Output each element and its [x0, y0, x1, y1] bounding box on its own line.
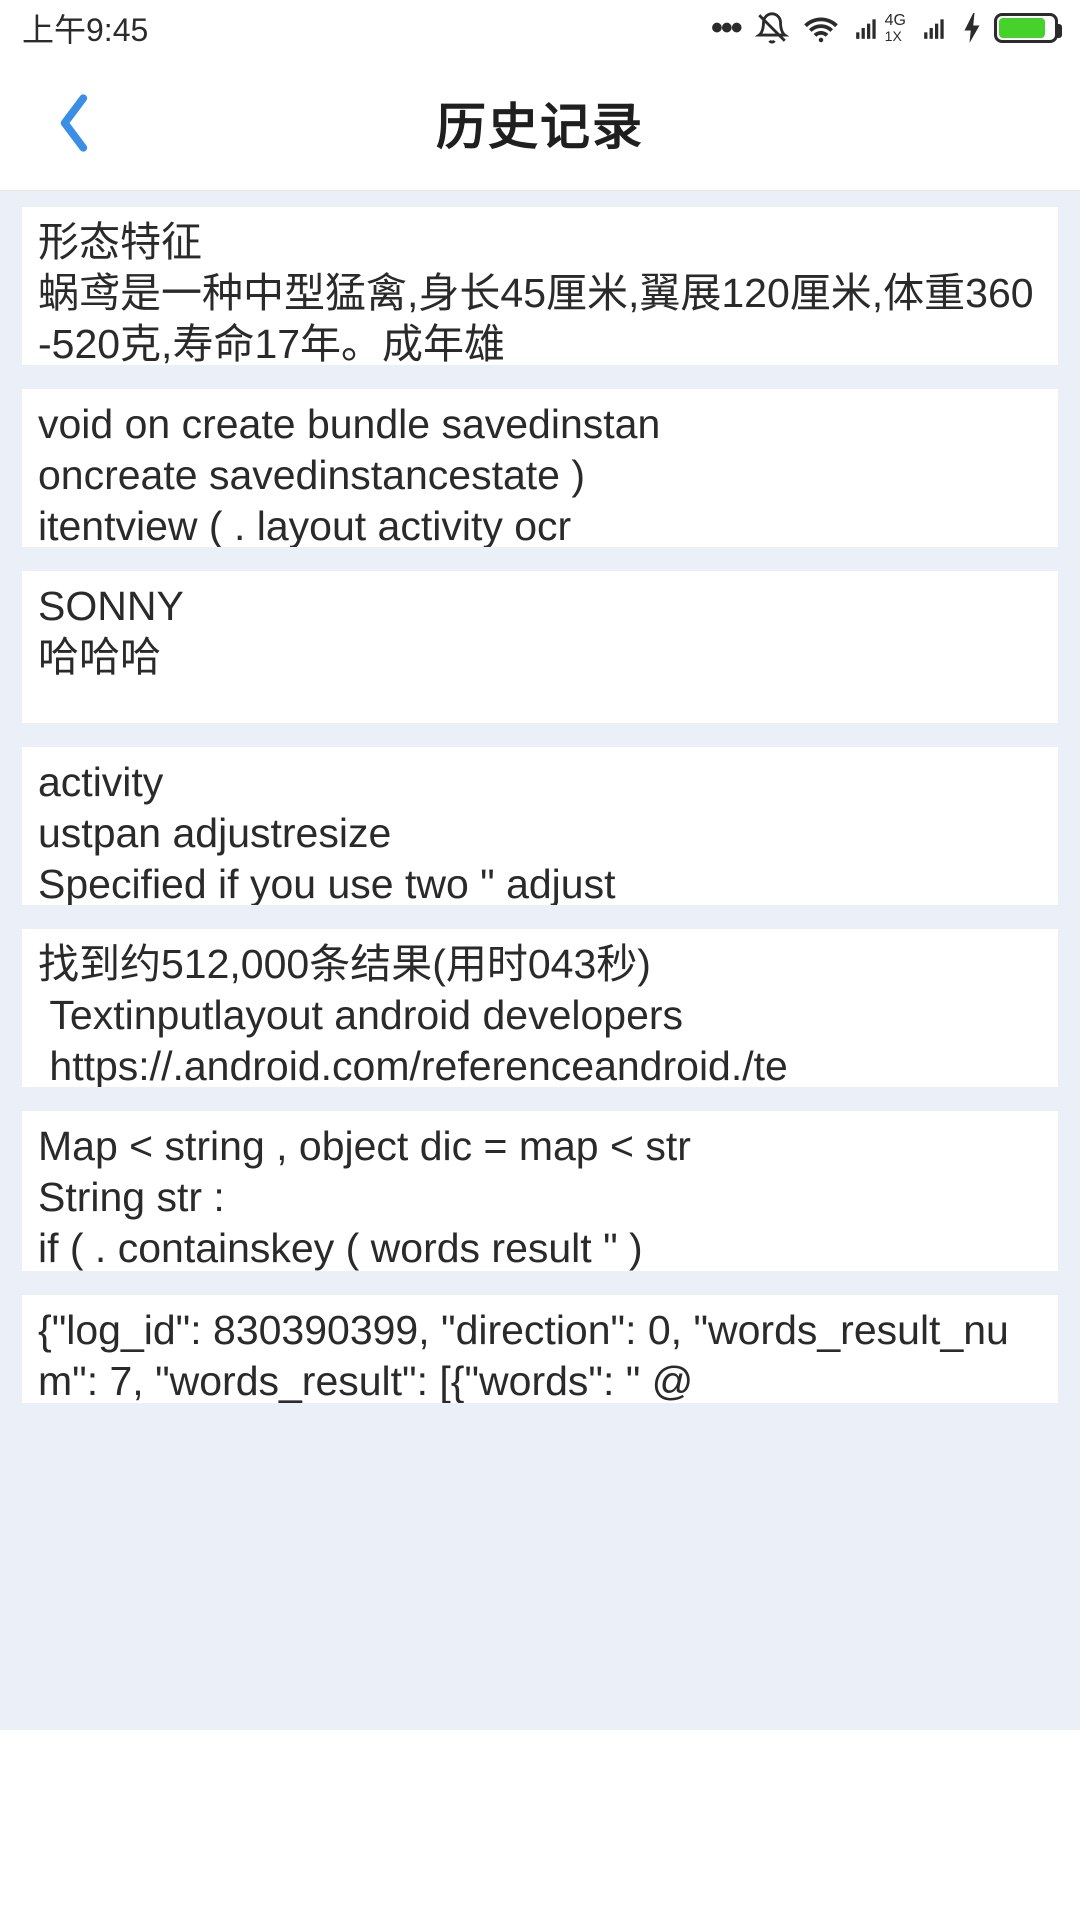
history-item-text: 找到约512,000条结果(用时043秒) Textinputlayout an…: [38, 939, 1042, 1087]
history-item[interactable]: 找到约512,000条结果(用时043秒) Textinputlayout an…: [22, 929, 1058, 1087]
more-dots-icon: •••: [711, 9, 741, 48]
status-icons: •••: [711, 9, 1058, 48]
history-item-text: activity ustpan adjustresize Specified i…: [38, 757, 1042, 905]
network-labels: 4G 1X: [885, 13, 906, 43]
battery-icon: [994, 13, 1058, 43]
history-item-text: 形态特征 蜗鸢是一种中型猛禽,身长45厘米,翼展120厘米,体重360-520克…: [38, 217, 1042, 365]
back-button[interactable]: [44, 93, 104, 153]
history-item-text: void on create bundle savedinstan oncrea…: [38, 399, 1042, 547]
mute-bell-icon: [755, 11, 789, 45]
history-item[interactable]: Map < string , object dic = map < str St…: [22, 1111, 1058, 1271]
status-bar: 上午9:45 •••: [0, 0, 1080, 56]
history-item[interactable]: SONNY 哈哈哈 呵呵: [22, 571, 1058, 723]
history-item[interactable]: void on create bundle savedinstan oncrea…: [22, 389, 1058, 547]
charging-bolt-icon: [964, 13, 980, 43]
page-title: 历史记录: [436, 87, 644, 159]
network-top-label: 4G: [885, 13, 906, 29]
status-time: 上午9:45: [22, 5, 148, 51]
battery-fill: [999, 18, 1045, 38]
chevron-left-icon: [54, 92, 94, 154]
history-item-text: Map < string , object dic = map < str St…: [38, 1121, 1042, 1271]
signal-combo-icon: 4G 1X: [853, 13, 906, 43]
signal-bars-icon: [920, 15, 950, 41]
wifi-icon: [803, 10, 839, 46]
history-list[interactable]: 形态特征 蜗鸢是一种中型猛禽,身长45厘米,翼展120厘米,体重360-520克…: [0, 191, 1080, 1920]
status-time-container: 上午9:45: [22, 5, 148, 51]
history-item-text: {"log_id": 830390399, "direction": 0, "w…: [38, 1305, 1042, 1403]
history-item[interactable]: {"log_id": 830390399, "direction": 0, "w…: [22, 1295, 1058, 1403]
history-item[interactable]: 形态特征 蜗鸢是一种中型猛禽,身长45厘米,翼展120厘米,体重360-520克…: [22, 207, 1058, 365]
history-item[interactable]: activity ustpan adjustresize Specified i…: [22, 747, 1058, 905]
history-item-text: SONNY 哈哈哈 呵呵: [38, 581, 1042, 723]
network-bottom-label: 1X: [885, 29, 902, 43]
app-header: 历史记录: [0, 56, 1080, 191]
bottom-blank-area: [0, 1730, 1080, 1920]
